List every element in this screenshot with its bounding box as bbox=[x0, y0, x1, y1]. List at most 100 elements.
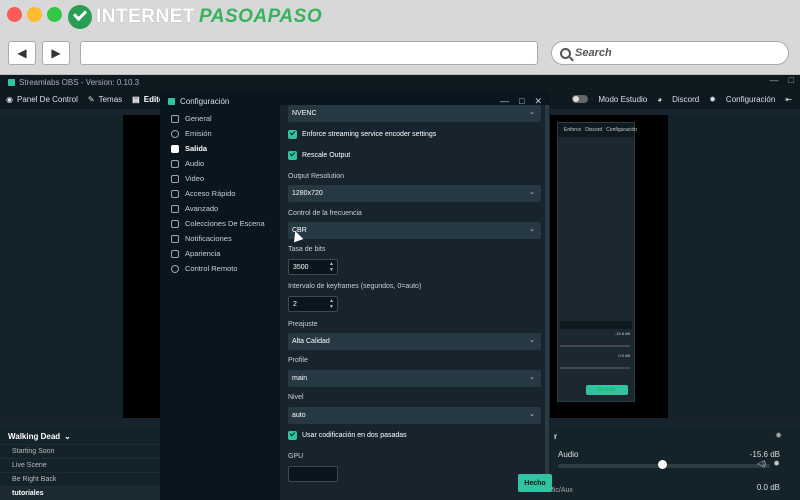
scene-collection-selector[interactable]: Walking Dead ⌄ bbox=[0, 428, 160, 444]
close-window-dot[interactable] bbox=[7, 7, 22, 22]
scene-collection-name: Walking Dead bbox=[8, 431, 61, 441]
speaker-icon[interactable]: ◁) bbox=[757, 459, 766, 468]
shortcut-icon bbox=[171, 189, 179, 198]
sidebar-item-label: Video bbox=[185, 174, 205, 183]
mixer-header: r bbox=[554, 432, 558, 441]
sidebar-item-emision[interactable]: Emisión bbox=[160, 126, 280, 141]
stepper-icon[interactable]: ▲ ▼ bbox=[329, 261, 334, 273]
done-button[interactable]: Hecho bbox=[518, 474, 552, 492]
studio-mode-label[interactable]: Modo Estudio bbox=[598, 95, 647, 104]
scene-item[interactable]: Live Scene bbox=[0, 458, 160, 472]
forward-arrow-icon: ▶ bbox=[51, 46, 61, 60]
scene-item-selected[interactable]: tutoriales bbox=[0, 486, 160, 500]
chevron-down-icon: ⌄ bbox=[64, 431, 71, 441]
sidebar-item-label: Acceso Rápido bbox=[185, 189, 236, 198]
nested-nav-label: Configuración bbox=[606, 127, 638, 133]
modal-title: Configuración bbox=[180, 96, 230, 106]
two-pass-checkbox[interactable]: Usar codificación en dos pasadas bbox=[288, 431, 407, 440]
output-resolution-value: 1280x720 bbox=[292, 190, 323, 197]
speaker-icon bbox=[171, 159, 179, 168]
discord-icon: ◕ bbox=[657, 94, 663, 104]
collapse-icon[interactable]: ⇤ bbox=[785, 95, 792, 104]
sidebar-item-audio[interactable]: Audio bbox=[160, 156, 280, 171]
sidebar-item-label: Control Remoto bbox=[185, 264, 238, 273]
discord-link[interactable]: Discord bbox=[672, 95, 699, 104]
search-icon bbox=[560, 47, 571, 59]
preset-label: Preajuste bbox=[288, 321, 318, 328]
nested-go-live-button: Go Live bbox=[586, 385, 628, 395]
output-icon bbox=[171, 144, 179, 153]
checkbox-label: Usar codificación en dos pasadas bbox=[302, 432, 407, 439]
settings-content: NVENC ⌄ Enforce streaming service encoder… bbox=[280, 105, 550, 500]
profile-label: Profile bbox=[288, 357, 308, 364]
sidebar-item-label: Apariencia bbox=[185, 249, 221, 258]
sidebar-item-avanzado[interactable]: Avanzado bbox=[160, 201, 280, 216]
url-bar[interactable] bbox=[80, 41, 538, 65]
bell-icon bbox=[171, 234, 179, 243]
back-arrow-icon: ◀ bbox=[17, 46, 27, 60]
maximize-window-dot[interactable] bbox=[47, 7, 62, 22]
bitrate-label: Tasa de bits bbox=[288, 246, 326, 253]
keyframe-value: 2 bbox=[293, 300, 297, 308]
mixer-gear-icon[interactable]: ✹ bbox=[775, 431, 782, 440]
search-input[interactable]: Search bbox=[551, 41, 789, 65]
level-label: Nivel bbox=[288, 394, 304, 401]
scenes-panel: Walking Dead ⌄ Starting Soon Live Scene … bbox=[0, 428, 160, 500]
preset-value: Alta Calidad bbox=[292, 338, 330, 345]
sidebar-item-apariencia[interactable]: Apariencia bbox=[160, 246, 280, 261]
chevron-down-icon: ⌄ bbox=[529, 109, 535, 116]
search-placeholder: Search bbox=[575, 47, 612, 59]
modal-scrollbar[interactable] bbox=[545, 105, 549, 485]
sidebar-item-notificaciones[interactable]: Notificaciones bbox=[160, 231, 280, 246]
app-title: Streamlabs OBS - Version: 0.10.3 bbox=[19, 77, 140, 87]
sidebar-item-general[interactable]: General bbox=[160, 111, 280, 126]
level-select[interactable]: auto ⌄ bbox=[288, 407, 541, 424]
sidebar-item-label: Salida bbox=[185, 144, 208, 153]
sidebar-item-video[interactable]: Video bbox=[160, 171, 280, 186]
nested-db2: 0.0 dB bbox=[618, 353, 630, 358]
browser-chrome: INTERNET PASOAPASO ◀ ▶ Search bbox=[0, 0, 800, 75]
encoder-select[interactable]: NVENC ⌄ bbox=[288, 105, 541, 122]
nav-temas[interactable]: ✎ Temas bbox=[88, 95, 122, 104]
rate-control-select[interactable]: CBR ⌄ bbox=[288, 222, 541, 239]
gpu-input[interactable] bbox=[288, 466, 338, 482]
rescale-output-checkbox[interactable]: Rescale Output bbox=[288, 151, 350, 160]
sidebar-item-label: General bbox=[185, 114, 212, 123]
forward-button[interactable]: ▶ bbox=[42, 41, 70, 65]
keyframe-label: Intervalo de keyframes (segundos, 0=auto… bbox=[288, 283, 422, 290]
enforce-encoder-checkbox[interactable]: Enforce streaming service encoder settin… bbox=[288, 130, 436, 139]
mixer-source-name: Audio bbox=[558, 450, 579, 459]
output-resolution-select[interactable]: 1280x720 ⌄ bbox=[288, 185, 541, 202]
sidebar-item-label: Colecciones De Escena bbox=[185, 219, 265, 228]
bitrate-input[interactable]: 3500 ▲ ▼ bbox=[288, 259, 338, 275]
nested-level-bar bbox=[560, 367, 630, 369]
sidebar-item-acceso-rapido[interactable]: Acceso Rápido bbox=[160, 186, 280, 201]
brand-part1: INTERNET bbox=[96, 6, 195, 27]
bitrate-value: 3500 bbox=[293, 263, 309, 271]
nested-nav-label: Enforce bbox=[564, 127, 582, 133]
sidebar-item-salida[interactable]: Salida bbox=[160, 141, 280, 156]
editor-icon: ▤ bbox=[132, 94, 140, 104]
editor-left-area bbox=[0, 115, 123, 418]
source-gear-icon[interactable]: ✹ bbox=[773, 459, 780, 468]
settings-link[interactable]: Configuración bbox=[726, 95, 775, 104]
profile-select[interactable]: main ⌄ bbox=[288, 370, 541, 387]
studio-mode-toggle[interactable] bbox=[572, 95, 589, 103]
appearance-icon bbox=[171, 249, 179, 258]
scene-item[interactable]: Starting Soon bbox=[0, 444, 160, 458]
scene-item[interactable]: Be Right Back bbox=[0, 472, 160, 486]
keyframe-input[interactable]: 2 ▲ ▼ bbox=[288, 296, 338, 312]
checkbox-checked-icon bbox=[288, 151, 297, 160]
back-button[interactable]: ◀ bbox=[8, 41, 36, 65]
minimize-icon[interactable]: — bbox=[770, 75, 779, 85]
nav-panel-de-control[interactable]: ◉ Panel De Control bbox=[6, 95, 78, 104]
encoder-value: NVENC bbox=[292, 110, 317, 117]
preset-select[interactable]: Alta Calidad ⌄ bbox=[288, 333, 541, 350]
nested-nav-label: Discord bbox=[585, 127, 603, 133]
stepper-icon[interactable]: ▲ ▼ bbox=[329, 298, 334, 310]
maximize-icon[interactable]: □ bbox=[789, 75, 794, 85]
volume-slider-knob[interactable] bbox=[658, 460, 667, 469]
sidebar-item-colecciones[interactable]: Colecciones De Escena bbox=[160, 216, 280, 231]
minimize-window-dot[interactable] bbox=[27, 7, 42, 22]
sidebar-item-control-remoto[interactable]: Control Remoto bbox=[160, 261, 280, 276]
